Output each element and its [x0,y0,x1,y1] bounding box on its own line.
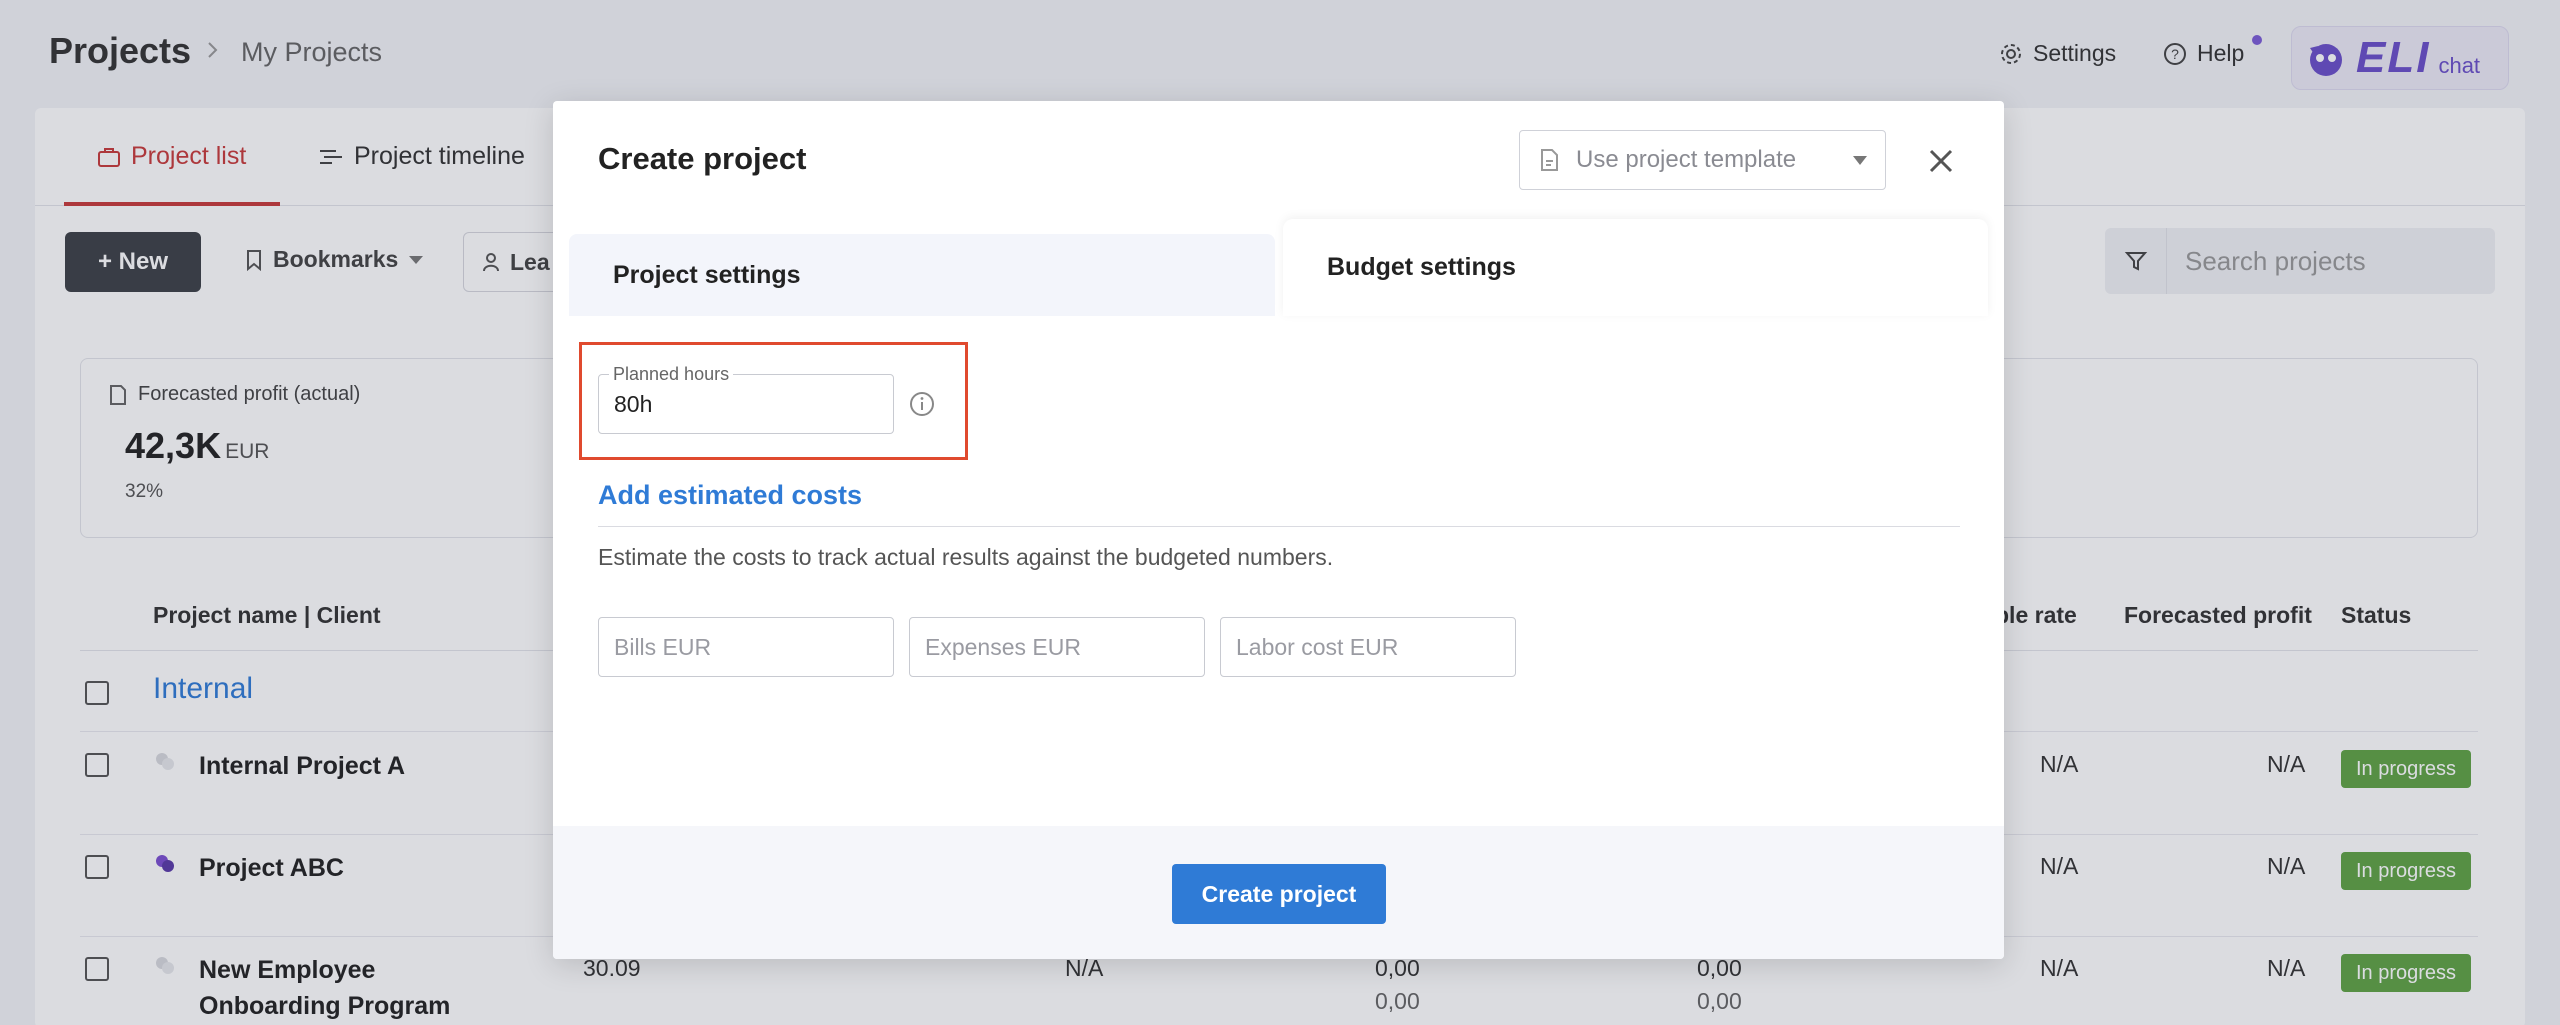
bills-field[interactable]: Bills EUR [598,617,894,677]
create-project-modal: Create project Use project template Proj… [553,101,2004,959]
create-project-button[interactable]: Create project [1172,864,1386,924]
add-estimated-costs-link[interactable]: Add estimated costs [598,480,862,511]
planned-hours-value: 80h [614,391,653,417]
caret-down-icon [1853,156,1867,165]
labor-cost-field[interactable]: Labor cost EUR [1220,617,1516,677]
close-icon[interactable] [1923,143,1959,179]
template-icon [1541,149,1558,171]
planned-hours-field[interactable]: Planned hours 80h [598,364,894,434]
tab-project-settings-label: Project settings [613,261,801,289]
tab-budget-settings-label: Budget settings [1327,253,1516,281]
template-placeholder: Use project template [1576,146,1797,173]
bills-placeholder: Bills EUR [614,634,712,660]
expenses-field[interactable]: Expenses EUR [909,617,1205,677]
project-template-select[interactable]: Use project template [1519,130,1886,190]
planned-hours-label: Planned hours [609,364,734,385]
section-divider [598,526,1960,527]
modal-title: Create project [598,141,807,176]
info-icon[interactable] [909,391,935,417]
costs-description: Estimate the costs to track actual resul… [598,544,1334,570]
labor-cost-placeholder: Labor cost EUR [1236,634,1399,660]
expenses-placeholder: Expenses EUR [925,634,1081,660]
